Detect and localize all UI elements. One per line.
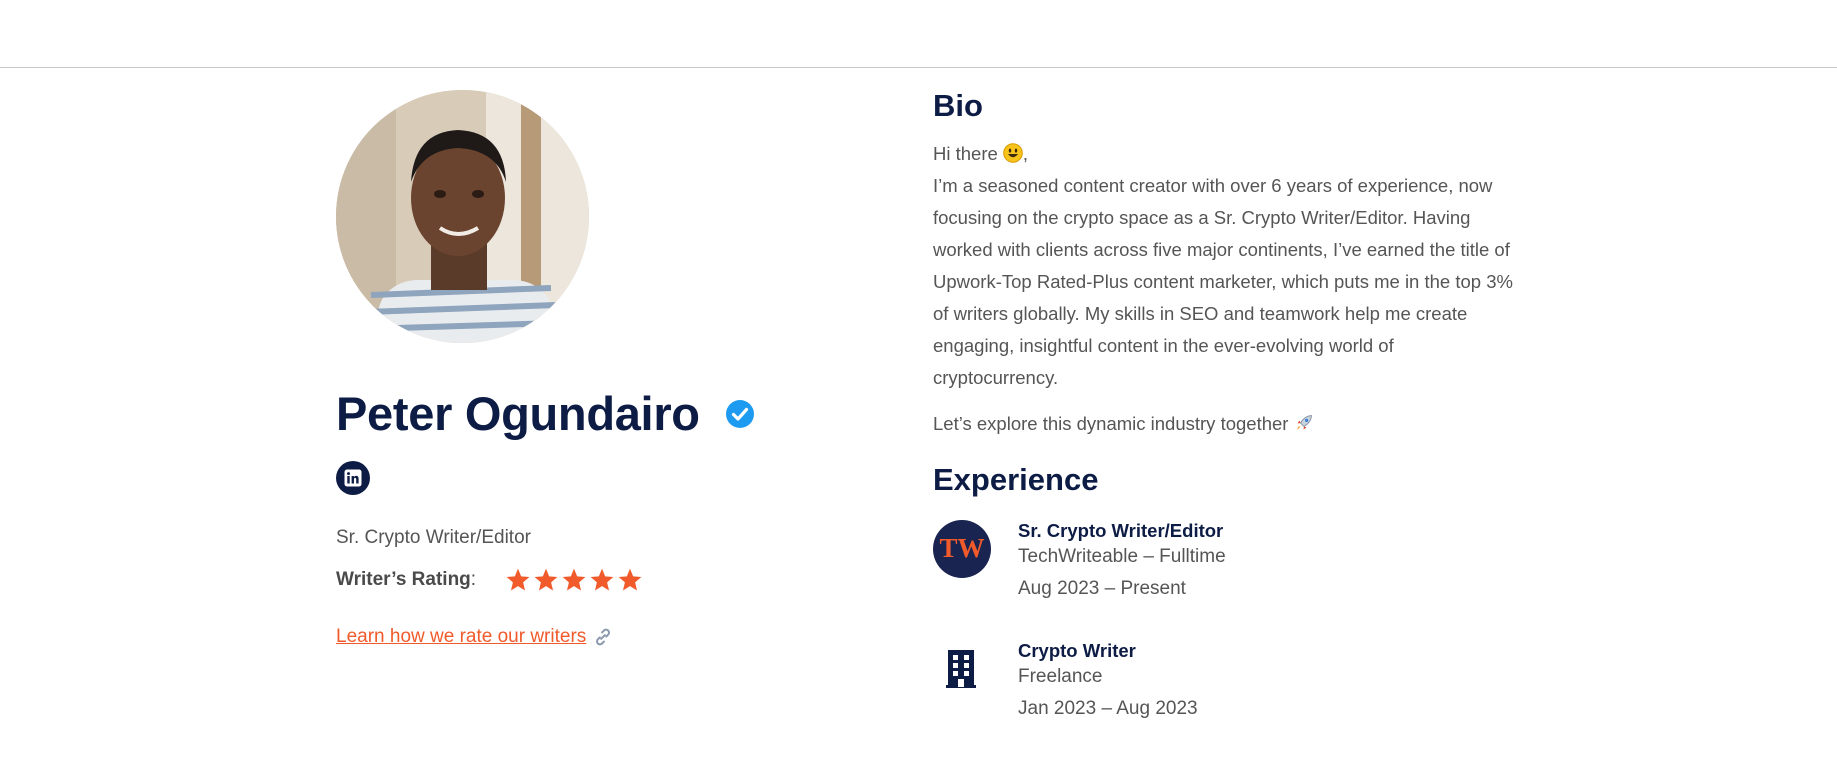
bio-text: Hi there , I’m a seasoned content creato… (933, 138, 1513, 440)
star-icon (506, 568, 530, 591)
star-icon (534, 568, 558, 591)
learn-row: Learn how we rate our writers (336, 626, 856, 648)
profile-name: Peter Ogundairo (336, 387, 700, 440)
experience-company: TechWriteable – Fulltime (1018, 546, 1226, 567)
star-icon (618, 568, 642, 591)
learn-rating-link[interactable]: Learn how we rate our writers (336, 626, 586, 648)
experience-heading: Experience (933, 462, 1099, 497)
link-chain-icon (596, 628, 611, 646)
bio-section: Bio Hi there , I’m a seasoned content cr… (933, 88, 1513, 720)
linkedin-link[interactable] (336, 461, 370, 495)
bio-greeting-line: Hi there , (933, 138, 1513, 170)
star-icon (562, 568, 586, 591)
bio-closing-line: Let’s explore this dynamic industry toge… (933, 408, 1513, 440)
verified-badge-icon (725, 399, 754, 428)
star-rating (505, 567, 645, 593)
rating-colon: : (470, 569, 477, 590)
building-icon (946, 650, 976, 688)
linkedin-icon (344, 469, 362, 487)
bio-heading: Bio (933, 88, 983, 123)
experience-details: Crypto Writer Freelance Jan 2023 – Aug 2… (1018, 640, 1198, 720)
profile-card: Peter Ogundairo Sr. Crypto Writer/Editor… (336, 90, 856, 648)
writer-rating: Writer’s Rating : (336, 567, 856, 593)
experience-details: Sr. Crypto Writer/Editor TechWriteable –… (1018, 520, 1226, 600)
experience-dates: Jan 2023 – Aug 2023 (1018, 698, 1198, 719)
experience-role: Sr. Crypto Writer/Editor (1018, 520, 1224, 541)
experience-role: Crypto Writer (1018, 640, 1136, 661)
header-divider (0, 67, 1837, 68)
bio-closing: Let’s explore this dynamic industry toge… (933, 413, 1289, 434)
techwriteable-logo-text: TW (939, 533, 984, 563)
rocket-emoji-icon (1296, 415, 1312, 430)
avatar (336, 90, 589, 343)
star-icon (590, 568, 614, 591)
profile-role: Sr. Crypto Writer/Editor (336, 527, 531, 548)
rating-label: Writer’s Rating (336, 569, 471, 590)
bio-greeting: Hi there (933, 143, 998, 164)
avatar-photo (336, 90, 589, 343)
experience-company: Freelance (1018, 666, 1103, 687)
bio-paragraph: I’m a seasoned content creator with over… (933, 175, 1513, 388)
techwriteable-logo-icon: TW (933, 520, 991, 578)
smiley-emoji-icon (1003, 143, 1023, 163)
experience-dates: Aug 2023 – Present (1018, 578, 1186, 599)
experience-item: Crypto Writer Freelance Jan 2023 – Aug 2… (933, 640, 1513, 720)
experience-item: TW Sr. Crypto Writer/Editor TechWriteabl… (933, 520, 1513, 600)
bio-greeting-suffix: , (1022, 143, 1029, 164)
name-row: Peter Ogundairo (336, 386, 856, 441)
